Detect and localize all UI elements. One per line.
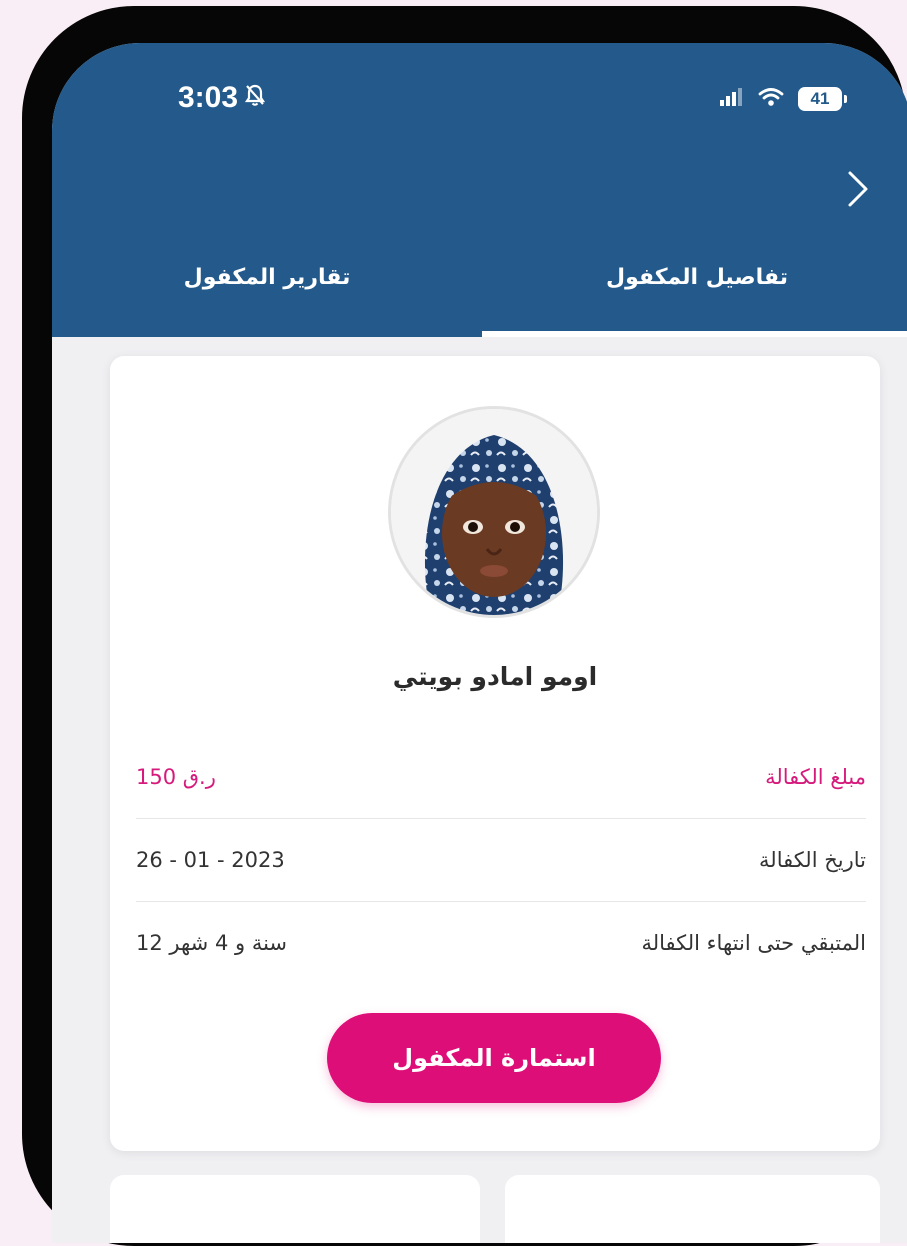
chevron-right-icon (848, 171, 868, 207)
back-button[interactable] (836, 161, 880, 217)
status-bar-right: 41 (720, 87, 847, 111)
tab-bar: تفاصيل المكفول تقارير المكفول (52, 243, 907, 337)
amount-label: مبلغ الكفالة (765, 765, 866, 789)
date-label: تاريخ الكفالة (759, 848, 866, 872)
remaining-value: 12 سنة و 4 شهر (136, 931, 288, 955)
tab-sponsored-details[interactable]: تفاصيل المكفول (482, 243, 907, 337)
wifi-icon (758, 87, 784, 111)
sponsored-form-button[interactable]: استمارة المكفول (327, 1013, 661, 1103)
status-time: 3:03 (178, 81, 239, 114)
sponsored-name: اومو امادو بويتي (392, 662, 598, 691)
phone-frame: 3:03 41 تفاصيل المكفول تقارير المكفول او… (22, 6, 907, 1246)
status-bar-left: 3:03 (178, 81, 266, 115)
remaining-label: المتبقي حتى انتهاء الكفالة (641, 931, 867, 955)
avatar (388, 406, 600, 618)
bottom-card-left[interactable] (110, 1175, 480, 1243)
app-screen: 3:03 41 تفاصيل المكفول تقارير المكفول او… (52, 43, 907, 1243)
amount-value: 150 ر.ق (136, 765, 216, 789)
date-value: 26 - 01 - 2023 (136, 848, 285, 872)
signal-icon (720, 88, 744, 110)
child-photo (391, 409, 597, 615)
tab-sponsored-reports[interactable]: تقارير المكفول (52, 243, 482, 337)
bottom-card-right[interactable] (505, 1175, 880, 1243)
detail-row-amount: مبلغ الكفالة 150 ر.ق (136, 736, 866, 818)
sponsored-details-card: اومو امادو بويتي مبلغ الكفالة 150 ر.ق تا… (110, 356, 880, 1151)
detail-row-date: تاريخ الكفالة 26 - 01 - 2023 (136, 819, 866, 901)
battery-indicator: 41 (798, 87, 847, 111)
detail-row-remaining: المتبقي حتى انتهاء الكفالة 12 سنة و 4 شه… (136, 902, 866, 984)
bell-slash-icon (244, 81, 266, 115)
app-header: 3:03 41 تفاصيل المكفول تقارير المكفول (52, 43, 907, 337)
